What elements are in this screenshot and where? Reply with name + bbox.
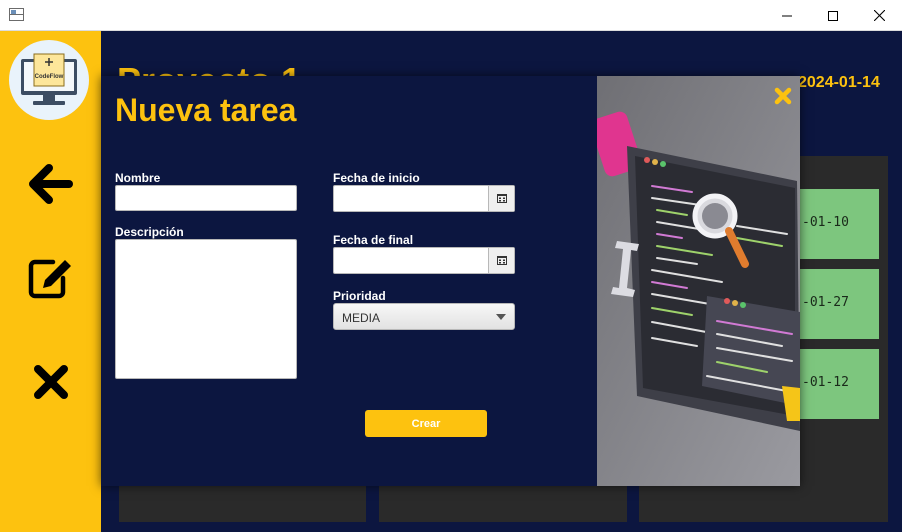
- back-button[interactable]: [26, 159, 76, 209]
- edit-button[interactable]: [26, 253, 76, 303]
- fecha-final-picker: [333, 247, 515, 274]
- app-window-icon: [9, 8, 24, 21]
- prioridad-label: Prioridad: [333, 289, 386, 303]
- task-card[interactable]: -01-27: [796, 269, 879, 339]
- crear-button[interactable]: Crear: [365, 410, 487, 437]
- chevron-down-icon: [496, 314, 506, 320]
- maximize-button[interactable]: [810, 0, 856, 31]
- arrow-left-icon: [29, 164, 73, 204]
- close-window-button[interactable]: [856, 0, 902, 31]
- nombre-input[interactable]: [115, 185, 297, 211]
- close-dialog-button[interactable]: [771, 84, 795, 108]
- code-illustration-image: [597, 76, 800, 486]
- fecha-inicio-label: Fecha de inicio: [333, 171, 420, 185]
- app-logo: CodeFlow: [9, 40, 89, 120]
- calendar-icon: [496, 256, 507, 265]
- logo-text: CodeFlow: [35, 74, 64, 80]
- logo-monitor-icon: CodeFlow: [21, 53, 77, 105]
- prioridad-value: MEDIA: [342, 311, 381, 325]
- nombre-label: Nombre: [115, 171, 161, 185]
- fecha-inicio-calendar-button[interactable]: [488, 186, 514, 211]
- fecha-final-calendar-button[interactable]: [488, 248, 514, 273]
- new-task-dialog: Nueva tarea Nombre Descripción Fecha de …: [101, 76, 800, 486]
- window-titlebar: [0, 0, 902, 31]
- project-date: 2024-01-14: [798, 74, 880, 91]
- prioridad-select[interactable]: MEDIA: [333, 303, 515, 330]
- descripcion-label: Descripción: [115, 225, 184, 239]
- fecha-inicio-input[interactable]: [334, 186, 488, 211]
- delete-button[interactable]: [26, 357, 76, 407]
- fecha-final-input[interactable]: [334, 248, 488, 273]
- task-card[interactable]: -01-10: [796, 189, 879, 259]
- x-icon: [34, 365, 68, 399]
- close-icon: [873, 10, 885, 21]
- calendar-icon: [496, 194, 507, 203]
- close-x-icon: [774, 87, 792, 105]
- minimize-icon: [782, 15, 792, 16]
- task-card[interactable]: -01-12: [796, 349, 879, 419]
- dialog-title: Nueva tarea: [115, 92, 297, 128]
- sidebar: CodeFlow: [0, 31, 101, 532]
- fecha-final-label: Fecha de final: [333, 233, 414, 247]
- descripcion-textarea[interactable]: [115, 239, 297, 379]
- edit-icon: [28, 259, 71, 299]
- maximize-icon: [828, 10, 838, 21]
- fecha-inicio-picker: [333, 185, 515, 212]
- code-illustration: [597, 76, 800, 486]
- minimize-button[interactable]: [764, 0, 810, 31]
